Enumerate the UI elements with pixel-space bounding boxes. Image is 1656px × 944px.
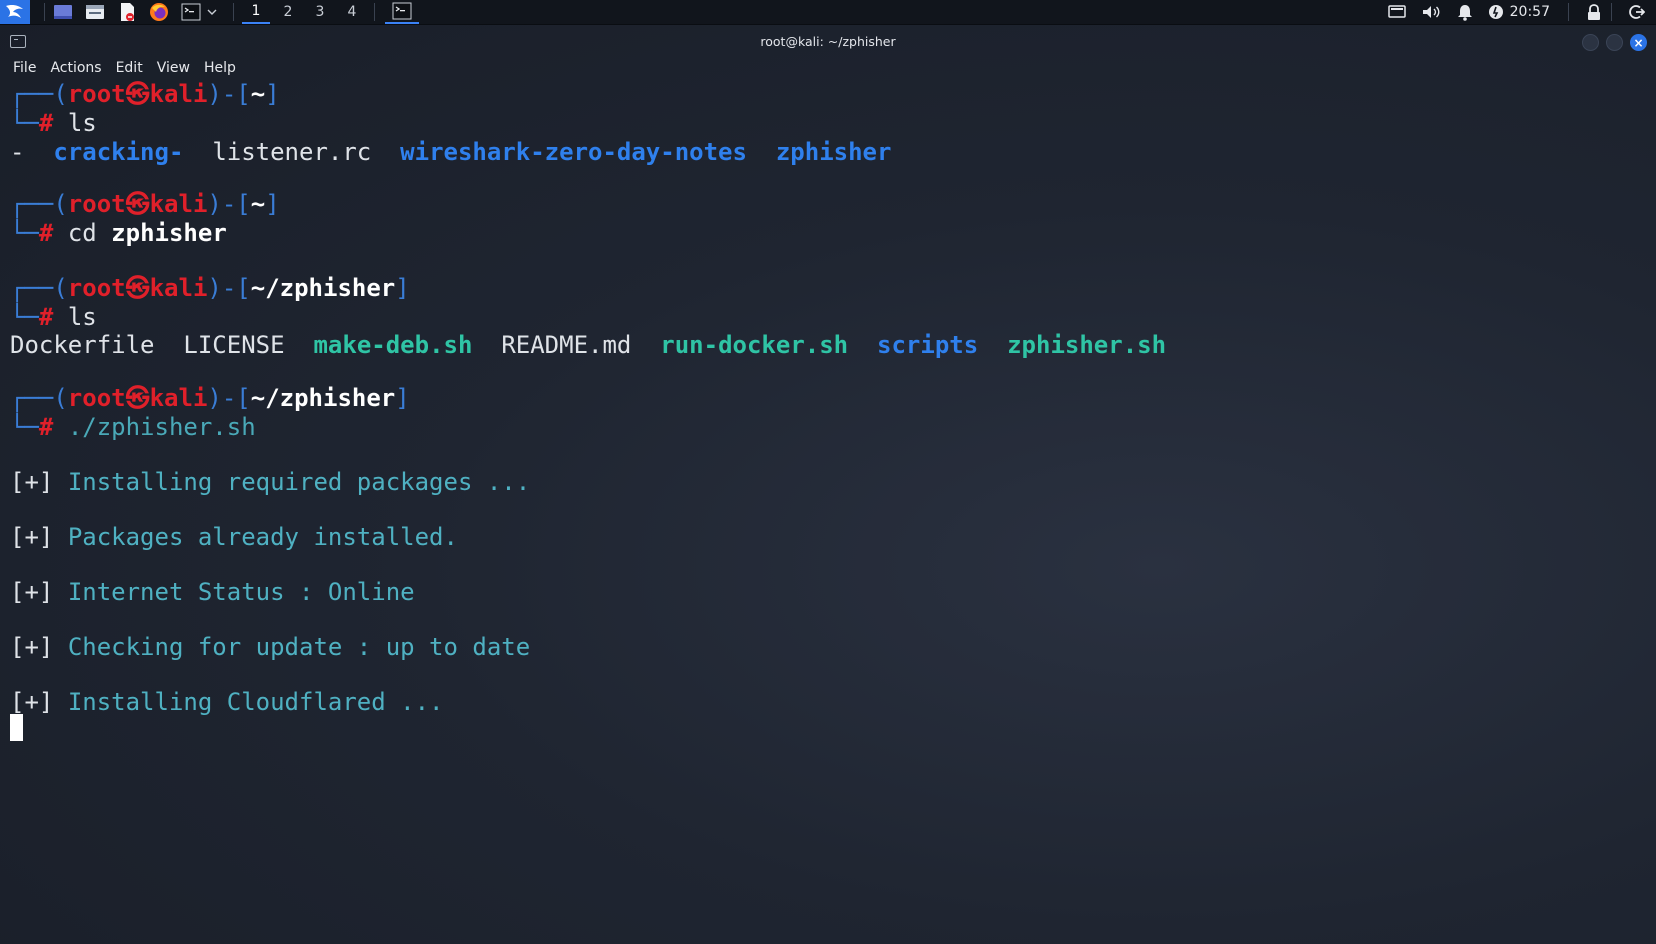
- chevron-down-icon[interactable]: [205, 0, 219, 24]
- volume-icon[interactable]: [1418, 0, 1444, 24]
- clock[interactable]: 20:57: [1510, 4, 1550, 20]
- prompt-command: └─# cd zphisher: [10, 219, 227, 247]
- menu-file[interactable]: File: [6, 57, 43, 79]
- menu-edit[interactable]: Edit: [109, 57, 150, 79]
- terminal-launcher-icon[interactable]: [179, 0, 203, 24]
- power-manager-icon[interactable]: [1486, 0, 1506, 24]
- workspace-1[interactable]: 1: [242, 0, 270, 24]
- prompt-command: └─# ./zphisher.sh: [10, 413, 256, 441]
- lock-screen-icon[interactable]: [1581, 0, 1607, 24]
- notification-bell-icon[interactable]: [1452, 0, 1478, 24]
- prompt-header: ┌──(root㉿kali)-[~/zphisher]: [10, 274, 410, 302]
- menu-help[interactable]: Help: [197, 57, 243, 79]
- logout-icon[interactable]: [1624, 0, 1650, 24]
- kali-menu-icon[interactable]: [0, 0, 30, 24]
- close-icon: ×: [1633, 35, 1644, 50]
- status-line: [+] Packages already installed.: [10, 523, 458, 551]
- file-manager-icon[interactable]: [83, 0, 107, 24]
- status-line: [+] Installing required packages ...: [10, 468, 531, 496]
- status-line: [+] Installing Cloudflared ...: [10, 688, 444, 716]
- display-icon[interactable]: [1384, 0, 1410, 24]
- top-panel: 1 2 3 4 20:57: [0, 0, 1656, 25]
- workspace-4[interactable]: 4: [338, 0, 366, 24]
- prompt-command: └─# ls: [10, 109, 97, 137]
- panel-separator: [1611, 3, 1612, 21]
- close-button[interactable]: ×: [1630, 34, 1647, 51]
- menubar: File Actions Edit View Help: [6, 57, 243, 79]
- status-line: [+] Internet Status : Online: [10, 578, 415, 606]
- workspace-3[interactable]: 3: [306, 0, 334, 24]
- panel-left: 1 2 3 4: [0, 0, 419, 24]
- prompt-header: ┌──(root㉿kali)-[~]: [10, 80, 280, 108]
- maximize-button[interactable]: [1606, 34, 1623, 51]
- status-line: [+] Checking for update : up to date: [10, 633, 531, 661]
- window-titlebar[interactable]: root@kali: ~/zphisher ×: [0, 27, 1656, 57]
- taskbar-terminal-window[interactable]: [385, 0, 419, 24]
- prompt-header: ┌──(root㉿kali)-[~]: [10, 190, 280, 218]
- text-editor-icon[interactable]: [115, 0, 139, 24]
- window-title: root@kali: ~/zphisher: [760, 34, 896, 49]
- panel-separator: [1568, 3, 1569, 21]
- terminal-output[interactable]: ┌──(root㉿kali)-[~] └─# ls - cracking- li…: [0, 80, 1656, 944]
- ls-output: - cracking- listener.rc wireshark-zero-d…: [10, 138, 892, 166]
- prompt-header: ┌──(root㉿kali)-[~/zphisher]: [10, 384, 410, 412]
- firefox-icon[interactable]: [147, 0, 171, 24]
- desktop-icon[interactable]: [51, 0, 75, 24]
- terminal-scrollbar[interactable]: [1650, 60, 1654, 940]
- ls-output: Dockerfile LICENSE make-deb.sh README.md…: [10, 331, 1167, 359]
- menu-actions[interactable]: Actions: [43, 57, 108, 79]
- panel-separator: [233, 3, 234, 21]
- panel-separator: [44, 3, 45, 21]
- panel-separator: [374, 3, 375, 21]
- menu-view[interactable]: View: [150, 57, 197, 79]
- terminal-cursor: [10, 714, 23, 741]
- system-tray: 20:57: [1376, 0, 1656, 24]
- prompt-command: └─# ls: [10, 303, 97, 331]
- minimize-button[interactable]: [1582, 34, 1599, 51]
- workspace-2[interactable]: 2: [274, 0, 302, 24]
